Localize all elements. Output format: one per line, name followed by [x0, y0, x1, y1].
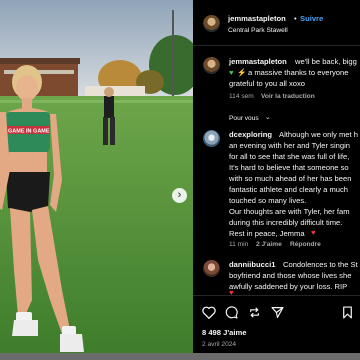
- post-date: 2 avril 2024: [202, 341, 237, 348]
- likes-count[interactable]: 8 498 J'aime: [202, 328, 246, 338]
- like-heart-icon[interactable]: [202, 306, 216, 319]
- header-divider: [193, 45, 360, 46]
- red-heart-icon: ♥: [311, 228, 316, 237]
- comment-line: It's hard to believe that someone so: [229, 163, 349, 172]
- next-image-button[interactable]: ›: [172, 188, 187, 203]
- avatar[interactable]: [203, 260, 220, 277]
- green-heart-icon: ♥: [229, 68, 234, 77]
- red-heart-icon: ♥: [229, 288, 234, 297]
- post-author-username[interactable]: jemmastapleton: [228, 14, 286, 24]
- translate-link[interactable]: Voir la traduction: [261, 92, 315, 102]
- follow-button[interactable]: Suivre: [300, 14, 323, 24]
- actions-divider: [193, 295, 360, 296]
- chevron-right-icon: ›: [177, 189, 182, 201]
- avatar[interactable]: [203, 57, 220, 74]
- caption-line-2: a massive thanks to everyone: [248, 68, 349, 77]
- comment-line: during this incredibly difficult time.: [229, 218, 343, 227]
- post-photo[interactable]: GAME IN GAME ›: [0, 0, 193, 353]
- comment-line: boyfriend and those whose lives she: [229, 271, 352, 280]
- comment-time: 11 min: [229, 241, 249, 248]
- comment-likes[interactable]: 2 J'aime: [256, 240, 282, 250]
- post-panel: jemmastapleton • Suivre Central Park Sta…: [193, 0, 360, 353]
- reply-button[interactable]: Répondre: [290, 240, 321, 250]
- location-link[interactable]: Central Park Stawell: [228, 26, 288, 36]
- lightning-icon: ⚡: [237, 68, 247, 77]
- comment-line: touched so many lives.: [229, 196, 307, 205]
- comment-line: an evening with her and Tyler singin: [229, 141, 351, 150]
- for-you-label[interactable]: Pour vous: [229, 114, 259, 124]
- comment-line: Our thoughts are with Tyler, her fam: [229, 207, 350, 216]
- comment-username[interactable]: dcexploring: [229, 130, 272, 140]
- caption-username[interactable]: jemmastapleton: [229, 57, 287, 67]
- repost-icon[interactable]: [248, 306, 261, 319]
- comment-line: Although we only met h: [279, 130, 358, 139]
- avatar[interactable]: [203, 130, 220, 147]
- comment-line: awfully saddened by your loss. RIP: [229, 282, 348, 291]
- chevron-down-icon[interactable]: ⌄: [265, 113, 271, 123]
- caption-line-1: we'll be back, bigg: [295, 57, 357, 66]
- comment-line: Condolences to the St: [283, 260, 358, 269]
- bottom-strip: [0, 353, 360, 360]
- share-icon[interactable]: [271, 306, 284, 319]
- comment-line: fantastic athlete and clearly a much: [229, 185, 349, 194]
- comment-username[interactable]: danniibucci1: [229, 260, 275, 270]
- caption-time: 114 sem: [229, 93, 254, 100]
- comment-icon[interactable]: [225, 306, 238, 319]
- athlete-photo: GAME IN GAME: [0, 0, 193, 353]
- caption-line-3: grateful to you all xoxo: [229, 79, 305, 88]
- comment-line: Rest in peace, Jemma: [229, 229, 305, 238]
- comment-line: with so much ahead of her has been: [229, 174, 352, 183]
- separator-dot: •: [294, 14, 297, 23]
- shirt-text: GAME IN GAME: [8, 129, 50, 135]
- bookmark-icon[interactable]: [342, 306, 353, 319]
- comment-line: for all to see that she was full of life…: [229, 152, 350, 161]
- avatar[interactable]: [203, 15, 220, 32]
